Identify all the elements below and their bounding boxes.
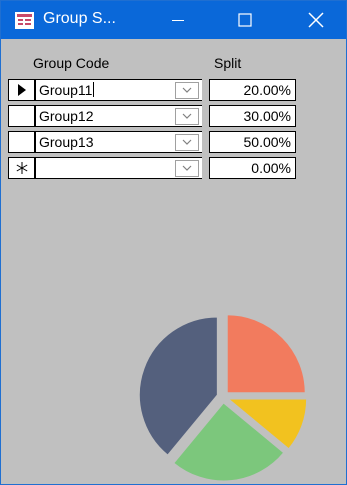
group-code-combo[interactable] — [35, 157, 202, 179]
record-selector[interactable] — [8, 105, 35, 127]
chevron-down-icon — [182, 165, 192, 171]
group-code-value: Group11 — [39, 82, 93, 98]
split-field[interactable]: 50.00% — [209, 131, 296, 153]
chevron-down-icon — [182, 87, 192, 93]
close-icon — [308, 12, 324, 28]
pie-slice — [226, 314, 306, 394]
maximize-button[interactable] — [222, 1, 268, 39]
maximize-icon — [238, 13, 252, 27]
record-selector-current[interactable] — [8, 79, 35, 101]
minimize-button[interactable] — [155, 1, 201, 39]
group-code-value: Group12 — [39, 108, 94, 124]
chevron-down-icon — [182, 139, 192, 145]
dropdown-button[interactable] — [175, 134, 199, 151]
split-value: 50.00% — [243, 134, 291, 150]
split-header: Split — [214, 55, 242, 71]
group-code-combo[interactable]: Group13 — [35, 131, 202, 153]
chevron-down-icon — [182, 113, 192, 119]
dropdown-button[interactable] — [175, 108, 199, 125]
split-value: 30.00% — [243, 108, 291, 124]
title-bar[interactable]: Group S... — [1, 1, 346, 39]
text-cursor — [93, 82, 95, 97]
minimize-icon — [172, 20, 184, 21]
split-value: 0.00% — [251, 160, 291, 176]
application-window: Group S... Group Code Split Group11 20.0… — [0, 0, 347, 485]
new-record-selector[interactable] — [8, 157, 35, 179]
group-code-combo[interactable]: Group12 — [35, 105, 202, 127]
pie-chart — [138, 314, 308, 481]
group-code-header: Group Code — [33, 55, 110, 71]
record-selector[interactable] — [8, 131, 35, 153]
new-record-asterisk-icon — [16, 162, 27, 174]
group-code-combo[interactable]: Group11 — [35, 79, 202, 101]
group-code-value: Group13 — [39, 134, 94, 150]
dropdown-button[interactable] — [175, 160, 199, 177]
split-field[interactable]: 30.00% — [209, 105, 296, 127]
dropdown-button[interactable] — [175, 82, 199, 99]
split-field[interactable]: 0.00% — [209, 157, 296, 179]
window-title: Group S... — [43, 10, 116, 27]
close-button[interactable] — [293, 1, 339, 39]
current-record-arrow-icon — [17, 84, 26, 96]
form-icon — [15, 12, 34, 29]
split-field[interactable]: 20.00% — [209, 79, 296, 101]
split-value: 20.00% — [243, 82, 291, 98]
